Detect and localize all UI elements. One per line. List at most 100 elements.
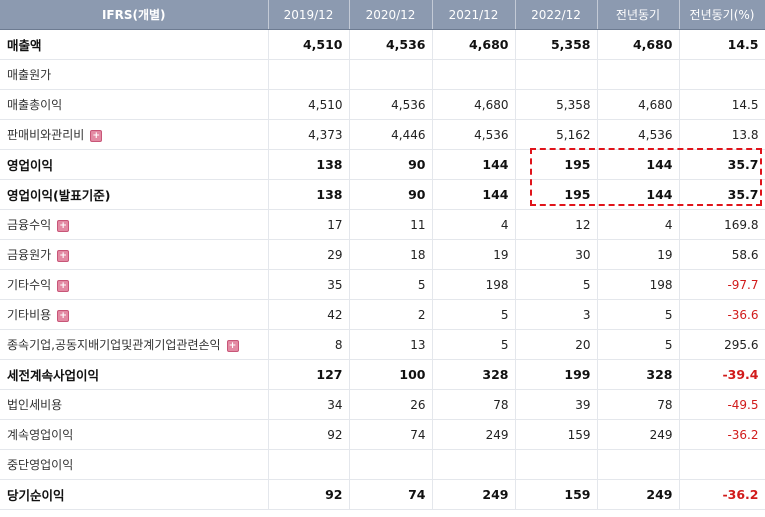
value-cell: 5 — [597, 329, 680, 360]
table-row: 계속영업이익 92 74 249 159 249 -36.2 — [0, 419, 765, 450]
value-cell: 30 — [515, 239, 598, 270]
value-cell: 4,510 — [268, 89, 350, 120]
value-cell: 20 — [515, 329, 598, 360]
value-cell: 19 — [432, 239, 516, 270]
value-cell: 249 — [597, 479, 680, 510]
row-label-cell: 당기순이익 — [0, 479, 269, 510]
value-cell: 78 — [597, 389, 680, 420]
row-label-cell: 중단영업이익 — [0, 449, 269, 480]
value-cell: 8 — [268, 329, 350, 360]
value-cell: 26 — [349, 389, 433, 420]
expand-plus-icon[interactable]: + — [57, 310, 70, 322]
value-cell: 42 — [268, 299, 350, 330]
row-label: 기타수익 — [7, 278, 52, 292]
row-label: 법인세비용 — [7, 398, 63, 412]
header-col-yoy: 전년동기 — [597, 0, 680, 30]
value-cell: 138 — [268, 149, 350, 180]
income-statement-table: IFRS(개별) 2019/12 2020/12 2021/12 2022/12… — [0, 0, 765, 510]
expand-plus-icon[interactable]: + — [90, 130, 103, 142]
row-label-cell: 법인세비용 — [0, 389, 269, 420]
value-cell: 17 — [268, 209, 350, 240]
header-col-2021: 2021/12 — [432, 0, 516, 30]
value-cell — [349, 449, 433, 480]
row-label: 영업이익(발표기준) — [7, 188, 111, 203]
value-cell: 14.5 — [679, 29, 765, 60]
value-cell — [268, 449, 350, 480]
value-cell: 159 — [515, 419, 598, 450]
row-label-cell: 세전계속사업이익 — [0, 359, 269, 390]
table-row: 금융원가 +29 18 19 30 19 58.6 — [0, 239, 765, 270]
row-label: 매출액 — [7, 38, 42, 53]
row-label-cell: 기타수익 + — [0, 269, 269, 300]
value-cell: -36.2 — [679, 479, 765, 510]
value-cell: 4 — [432, 209, 516, 240]
value-cell: 249 — [432, 419, 516, 450]
table-row: 판매비와관리비 +4,373 4,446 4,536 5,162 4,536 13.8 — [0, 119, 765, 150]
table-row: 기타비용 +42 2 5 3 5 -36.6 — [0, 299, 765, 330]
header-col-2019: 2019/12 — [268, 0, 350, 30]
row-label: 금융수익 — [7, 218, 52, 232]
value-cell: 35.7 — [679, 179, 765, 210]
row-label: 세전계속사업이익 — [7, 368, 100, 383]
value-cell: 2 — [349, 299, 433, 330]
value-cell: 5 — [349, 269, 433, 300]
table-row: 종속기업,공동지배기업및관계기업관련손익 +8 13 5 20 5 295.6 — [0, 329, 765, 360]
value-cell — [597, 449, 680, 480]
value-cell — [432, 59, 516, 90]
row-label: 당기순이익 — [7, 488, 65, 503]
value-cell: 4,680 — [597, 89, 680, 120]
value-cell: 127 — [268, 359, 350, 390]
value-cell: -97.7 — [679, 269, 765, 300]
value-cell: 4,510 — [268, 29, 350, 60]
table-row: 영업이익(발표기준) 138 90 144 195 144 35.7 — [0, 179, 765, 210]
value-cell: 74 — [349, 479, 433, 510]
table-row: 기타수익 +35 5 198 5 198 -97.7 — [0, 269, 765, 300]
expand-plus-icon[interactable]: + — [57, 220, 70, 232]
row-label-cell: 계속영업이익 — [0, 419, 269, 450]
value-cell: 144 — [432, 179, 516, 210]
value-cell: 13.8 — [679, 119, 765, 150]
value-cell: 198 — [432, 269, 516, 300]
expand-plus-icon[interactable]: + — [57, 280, 70, 292]
row-label: 기타비용 — [7, 308, 52, 322]
value-cell: 18 — [349, 239, 433, 270]
value-cell: 78 — [432, 389, 516, 420]
value-cell: 144 — [432, 149, 516, 180]
value-cell: -36.2 — [679, 419, 765, 450]
value-cell: 138 — [268, 179, 350, 210]
row-label-cell: 매출원가 — [0, 59, 269, 90]
value-cell: 4 — [597, 209, 680, 240]
value-cell: 74 — [349, 419, 433, 450]
value-cell — [432, 449, 516, 480]
table-row: 매출액 4,510 4,536 4,680 5,358 4,680 14.5 — [0, 29, 765, 60]
value-cell: 12 — [515, 209, 598, 240]
value-cell: 35 — [268, 269, 350, 300]
row-label-cell: 매출액 — [0, 29, 269, 60]
value-cell: 92 — [268, 419, 350, 450]
value-cell — [597, 59, 680, 90]
value-cell: 4,680 — [432, 89, 516, 120]
value-cell: 39 — [515, 389, 598, 420]
value-cell: 29 — [268, 239, 350, 270]
table-row: 중단영업이익 — [0, 449, 765, 480]
value-cell: 5,358 — [515, 29, 598, 60]
value-cell: 199 — [515, 359, 598, 390]
value-cell: 5,162 — [515, 119, 598, 150]
row-label-cell: 영업이익(발표기준) — [0, 179, 269, 210]
expand-plus-icon[interactable]: + — [226, 340, 239, 352]
value-cell: 13 — [349, 329, 433, 360]
expand-plus-icon[interactable]: + — [57, 250, 70, 262]
value-cell: 249 — [432, 479, 516, 510]
value-cell: 92 — [268, 479, 350, 510]
value-cell: 195 — [515, 179, 598, 210]
value-cell: 4,680 — [432, 29, 516, 60]
value-cell: 295.6 — [679, 329, 765, 360]
row-label: 금융원가 — [7, 248, 52, 262]
row-label-cell: 영업이익 — [0, 149, 269, 180]
row-label: 중단영업이익 — [7, 458, 74, 472]
row-label-cell: 종속기업,공동지배기업및관계기업관련손익 + — [0, 329, 269, 360]
value-cell: -39.4 — [679, 359, 765, 390]
row-label: 매출총이익 — [7, 98, 63, 112]
value-cell: -36.6 — [679, 299, 765, 330]
header-col-2022: 2022/12 — [515, 0, 598, 30]
